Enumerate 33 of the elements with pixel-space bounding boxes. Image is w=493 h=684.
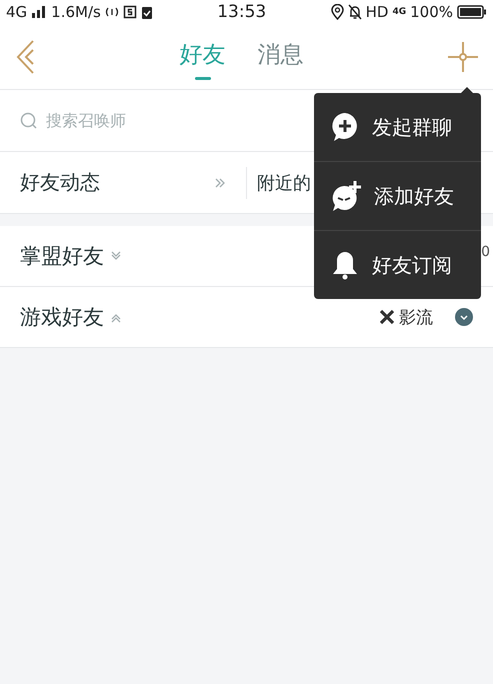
battery-label: 100% — [410, 3, 453, 21]
speed-label: 1.6M/s — [51, 3, 101, 21]
group-title: 掌盟好友 — [20, 243, 104, 270]
nav-link[interactable]: 好友动态 — [0, 166, 246, 198]
back-icon[interactable] — [16, 40, 36, 74]
signal-icon — [31, 5, 48, 19]
location-icon — [330, 4, 344, 20]
friend-count: 0 — [481, 244, 490, 260]
menu-item[interactable]: 添加好友 — [314, 161, 481, 230]
group-title: 游戏好友 — [20, 304, 104, 331]
clipboard-check-icon — [140, 4, 153, 20]
dropdown-icon[interactable] — [455, 308, 473, 326]
search-icon — [20, 112, 38, 130]
nav-link[interactable]: 附近的 — [257, 166, 311, 198]
clock: 13:53 — [216, 2, 268, 22]
network-label: 4G — [6, 3, 28, 21]
chat-plus-icon — [330, 112, 360, 142]
square-s-icon — [122, 5, 137, 19]
network-small-label: 4G — [392, 8, 406, 16]
menu-item[interactable]: 好友订阅 — [314, 230, 481, 299]
bell-icon — [330, 250, 360, 280]
crossed-blades-icon — [379, 309, 395, 325]
server-name: 影流 — [399, 306, 433, 328]
hotspot-icon — [104, 5, 119, 19]
tab[interactable]: 消息 — [242, 29, 320, 84]
chevron-right-icon — [214, 176, 226, 188]
search-field[interactable]: 搜索召唤师 — [44, 110, 248, 131]
chat-face-plus-icon — [330, 180, 362, 212]
menu-item[interactable]: 发起群聊 — [314, 93, 481, 161]
battery-icon — [457, 5, 487, 19]
hd-label: HD — [366, 3, 388, 21]
bell-off-icon — [348, 4, 362, 20]
sparkle-icon[interactable] — [447, 40, 479, 72]
